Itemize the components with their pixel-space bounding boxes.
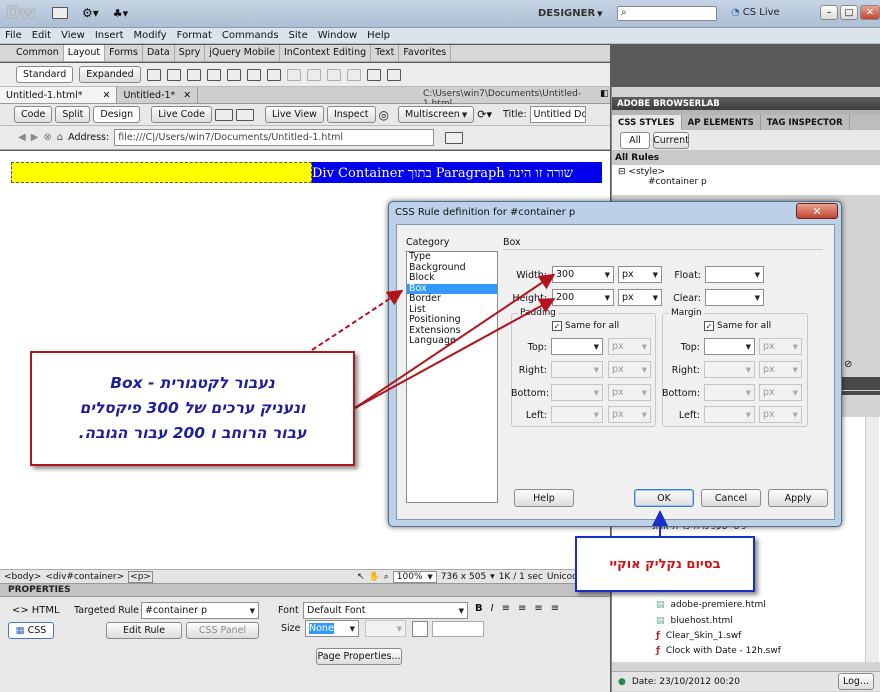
callout-line-1: נעבור לקטגורית - Box [110, 374, 275, 392]
arrow-to-width-field [354, 273, 556, 409]
ok-callout-text: בסיום נקליק אוקיי [609, 556, 721, 572]
instruction-callout: נעבור לקטגורית - Box ונעניק ערכים של 300… [30, 351, 355, 466]
arrow-to-height-field [354, 298, 556, 409]
ok-callout: בסיום נקליק אוקיי [575, 536, 755, 592]
arrow-to-box-category [311, 289, 404, 351]
callout-line-2: ונעניק ערכים של 300 פיקסלים [79, 399, 306, 417]
callout-line-3: עבור הרוחב ו 200 עבור הגובה. [78, 424, 307, 442]
